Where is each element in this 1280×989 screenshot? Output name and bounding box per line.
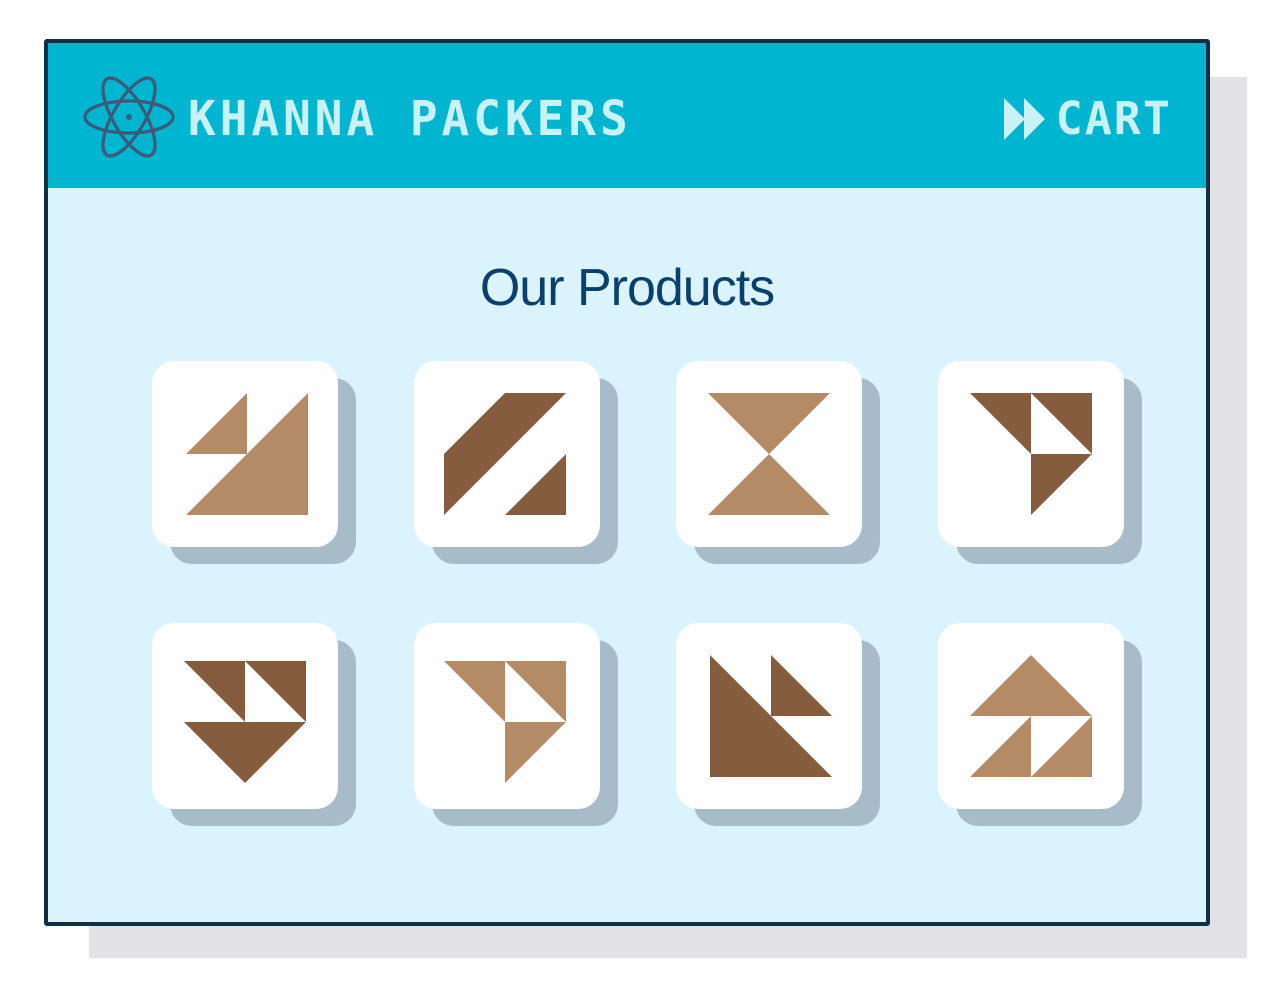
card-face <box>414 623 600 809</box>
cart-button[interactable]: CART <box>1003 92 1172 145</box>
triangles-pattern-5-icon <box>184 661 306 783</box>
cart-label: CART <box>1055 92 1172 145</box>
product-card-8[interactable] <box>938 623 1142 826</box>
card-face <box>676 623 862 809</box>
card-face <box>152 623 338 809</box>
triangles-pattern-7-icon <box>710 655 832 777</box>
triangles-pattern-8-icon <box>970 655 1092 777</box>
card-face <box>676 361 862 547</box>
app-window: KHANNA PACKERS CART Our Products <box>44 39 1210 926</box>
triangles-pattern-2-icon <box>444 393 566 515</box>
product-card-2[interactable] <box>414 361 618 564</box>
product-card-4[interactable] <box>938 361 1142 564</box>
product-card-7[interactable] <box>676 623 880 826</box>
hourglass-icon <box>708 393 830 515</box>
product-card-1[interactable] <box>152 361 356 564</box>
atom-icon[interactable] <box>82 65 176 169</box>
fast-forward-icon <box>1003 98 1045 140</box>
triangles-pattern-4-icon <box>970 393 1092 515</box>
triangles-pattern-6-icon <box>444 661 566 783</box>
product-card-5[interactable] <box>152 623 356 826</box>
product-card-6[interactable] <box>414 623 618 826</box>
product-card-3[interactable] <box>676 361 880 564</box>
card-face <box>938 623 1124 809</box>
brand-name[interactable]: KHANNA PACKERS <box>188 85 632 150</box>
page-title: Our Products <box>479 259 775 317</box>
card-face <box>938 361 1124 547</box>
card-face <box>414 361 600 547</box>
site-header: KHANNA PACKERS CART <box>48 43 1206 188</box>
card-face <box>152 361 338 547</box>
triangles-pattern-1-icon <box>186 393 308 515</box>
